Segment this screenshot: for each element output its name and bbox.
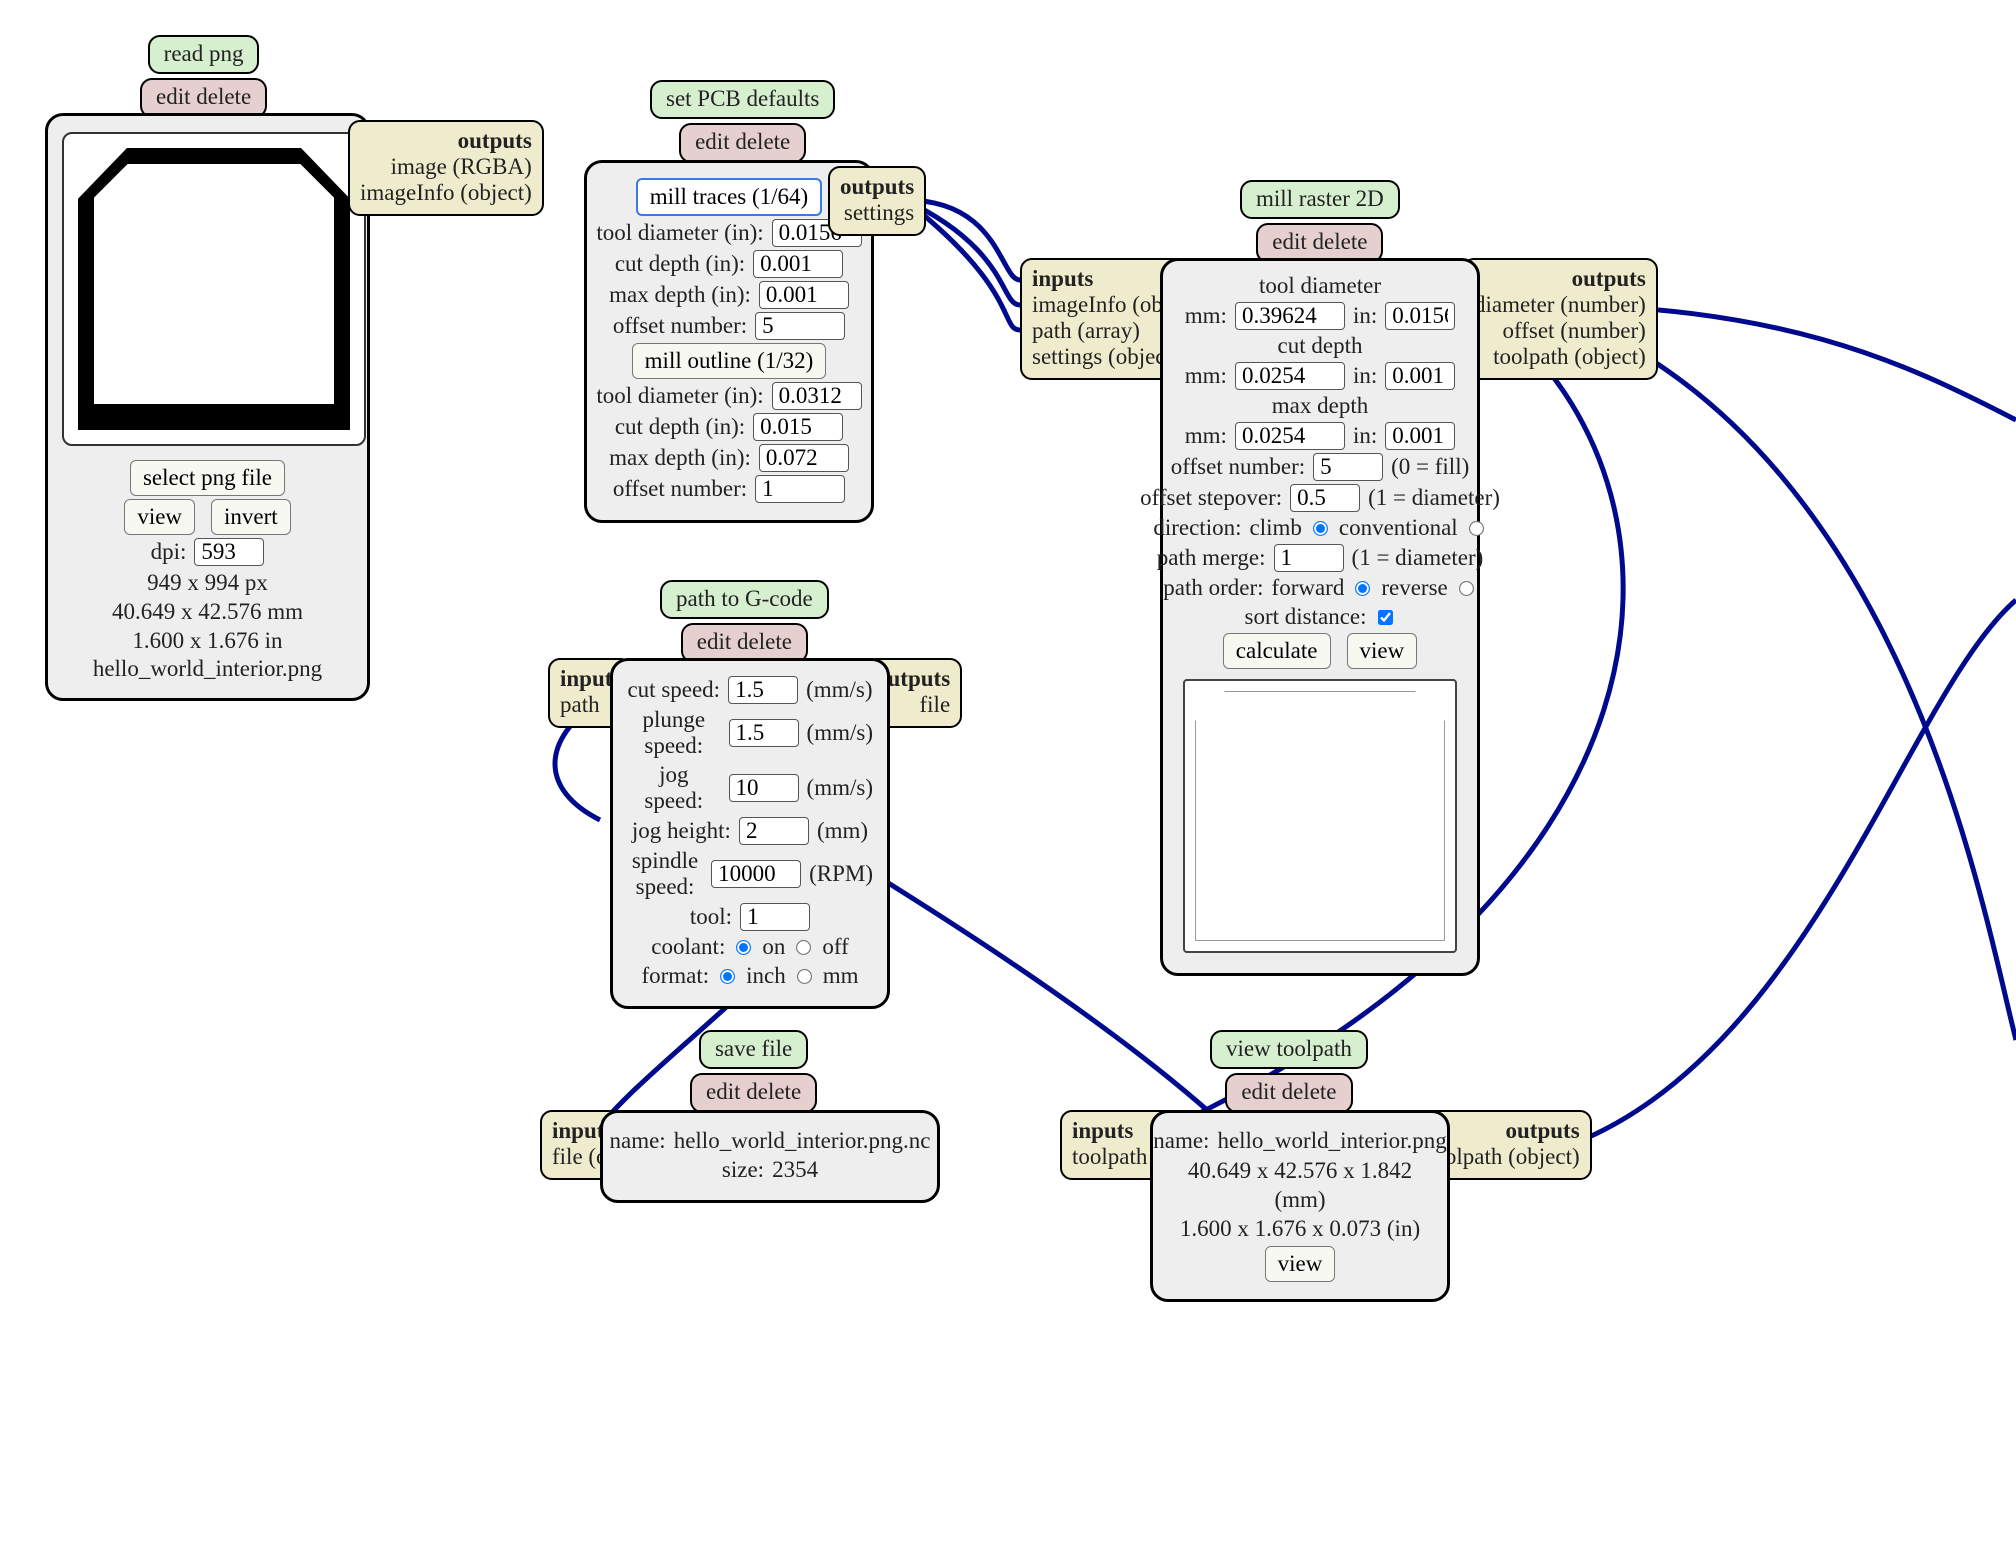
path-merge[interactable]: [1274, 544, 1344, 572]
node-title-set-defaults[interactable]: set PCB defaults: [650, 80, 835, 119]
view-button[interactable]: view: [1347, 633, 1418, 669]
max-in[interactable]: [1385, 422, 1455, 450]
invert-button[interactable]: invert: [211, 499, 291, 535]
node-title-view-toolpath[interactable]: view toolpath: [1210, 1030, 1368, 1069]
edit-delete-gcode[interactable]: edit delete: [681, 623, 808, 662]
delete-link[interactable]: delete: [735, 129, 790, 154]
jog-speed[interactable]: [729, 774, 799, 802]
view-button[interactable]: view: [1265, 1246, 1336, 1282]
edit-link[interactable]: edit: [1241, 1079, 1276, 1104]
format-mm[interactable]: [797, 969, 812, 984]
dpi-label: dpi:: [151, 539, 187, 565]
dims-px: 949 x 994 px: [62, 569, 353, 598]
image-preview: [62, 132, 366, 446]
max-mm[interactable]: [1235, 422, 1345, 450]
cut-mm[interactable]: [1235, 362, 1345, 390]
delete-link[interactable]: delete: [1282, 1079, 1337, 1104]
delete-link[interactable]: delete: [746, 1079, 801, 1104]
edit-link[interactable]: edit: [156, 84, 191, 109]
edit-link[interactable]: edit: [697, 629, 732, 654]
view-button[interactable]: view: [124, 499, 195, 535]
offset-number[interactable]: [1313, 453, 1383, 481]
toolpath-dims-in: 1.600 x 1.676 x 0.073 (in): [1167, 1215, 1433, 1244]
cut-speed[interactable]: [728, 676, 798, 704]
order-reverse[interactable]: [1459, 581, 1474, 596]
mill-traces-button[interactable]: mill traces (1/64): [636, 178, 822, 216]
order-forward[interactable]: [1355, 581, 1370, 596]
diam-mm[interactable]: [1235, 302, 1345, 330]
dims-mm: 40.649 x 42.576 mm: [62, 598, 353, 627]
cut-in[interactable]: [1385, 362, 1455, 390]
save-file-name: hello_world_interior.png.nc: [674, 1128, 931, 1154]
read-png-panel: select png file view invert dpi: 949 x 9…: [45, 113, 370, 701]
direction-climb[interactable]: [1313, 521, 1328, 536]
outline-offset-num[interactable]: [755, 475, 845, 503]
node-title-read-png[interactable]: read png: [148, 35, 260, 74]
edit-delete-set-defaults[interactable]: edit delete: [679, 123, 806, 162]
edit-delete-mill-raster[interactable]: edit delete: [1256, 223, 1383, 262]
read-png-outputs[interactable]: outputs image (RGBA) imageInfo (object): [348, 120, 544, 216]
tool-num[interactable]: [740, 903, 810, 931]
edit-link[interactable]: edit: [706, 1079, 741, 1104]
jog-height[interactable]: [739, 817, 809, 845]
mill-raster-outputs[interactable]: outputs diameter (number) offset (number…: [1462, 258, 1658, 380]
delete-link[interactable]: delete: [737, 629, 792, 654]
edit-link[interactable]: edit: [695, 129, 730, 154]
mill-raster-panel: tool diameter mm: in: cut depth mm: in: …: [1160, 258, 1480, 976]
calculate-button[interactable]: calculate: [1223, 633, 1331, 669]
node-title-gcode[interactable]: path to G-code: [660, 580, 829, 619]
filename: hello_world_interior.png: [62, 655, 353, 684]
toolpath-filename: hello_world_interior.png: [1217, 1128, 1446, 1154]
save-file-panel: name: hello_world_interior.png.nc size: …: [600, 1110, 940, 1203]
traces-offset-num[interactable]: [755, 312, 845, 340]
spindle-speed[interactable]: [711, 860, 801, 888]
toolpath-dims-mm: 40.649 x 42.576 x 1.842 (mm): [1167, 1157, 1433, 1215]
diam-in[interactable]: [1385, 302, 1455, 330]
traces-cut-depth[interactable]: [753, 250, 843, 278]
delete-link[interactable]: delete: [196, 84, 251, 109]
mill-outline-button[interactable]: mill outline (1/32): [632, 343, 827, 379]
sort-distance[interactable]: [1378, 610, 1393, 625]
dims-in: 1.600 x 1.676 in: [62, 627, 353, 656]
traces-max-depth[interactable]: [759, 281, 849, 309]
save-file-size: 2354: [772, 1157, 818, 1183]
offset-stepover[interactable]: [1290, 484, 1360, 512]
edit-link[interactable]: edit: [1272, 229, 1307, 254]
toolpath-preview: [1183, 679, 1457, 953]
outline-cut-depth[interactable]: [753, 413, 843, 441]
edit-delete-save-file[interactable]: edit delete: [690, 1073, 817, 1112]
direction-conventional[interactable]: [1469, 521, 1484, 536]
delete-link[interactable]: delete: [1313, 229, 1368, 254]
node-title-mill-raster[interactable]: mill raster 2D: [1240, 180, 1400, 219]
view-toolpath-panel: name: hello_world_interior.png 40.649 x …: [1150, 1110, 1450, 1302]
edit-delete-view-toolpath[interactable]: edit delete: [1225, 1073, 1352, 1112]
plunge-speed[interactable]: [729, 719, 799, 747]
outline-max-depth[interactable]: [759, 444, 849, 472]
outline-tool-diam[interactable]: [772, 382, 862, 410]
format-inch[interactable]: [720, 969, 735, 984]
gcode-panel: cut speed:(mm/s) plunge speed:(mm/s) jog…: [610, 658, 890, 1009]
set-defaults-outputs[interactable]: outputs settings: [828, 166, 926, 236]
edit-delete-read-png[interactable]: edit delete: [140, 78, 267, 117]
dpi-input[interactable]: [194, 538, 264, 566]
coolant-on[interactable]: [736, 940, 751, 955]
select-png-button[interactable]: select png file: [130, 460, 285, 496]
coolant-off[interactable]: [796, 940, 811, 955]
node-title-save-file[interactable]: save file: [699, 1030, 808, 1069]
